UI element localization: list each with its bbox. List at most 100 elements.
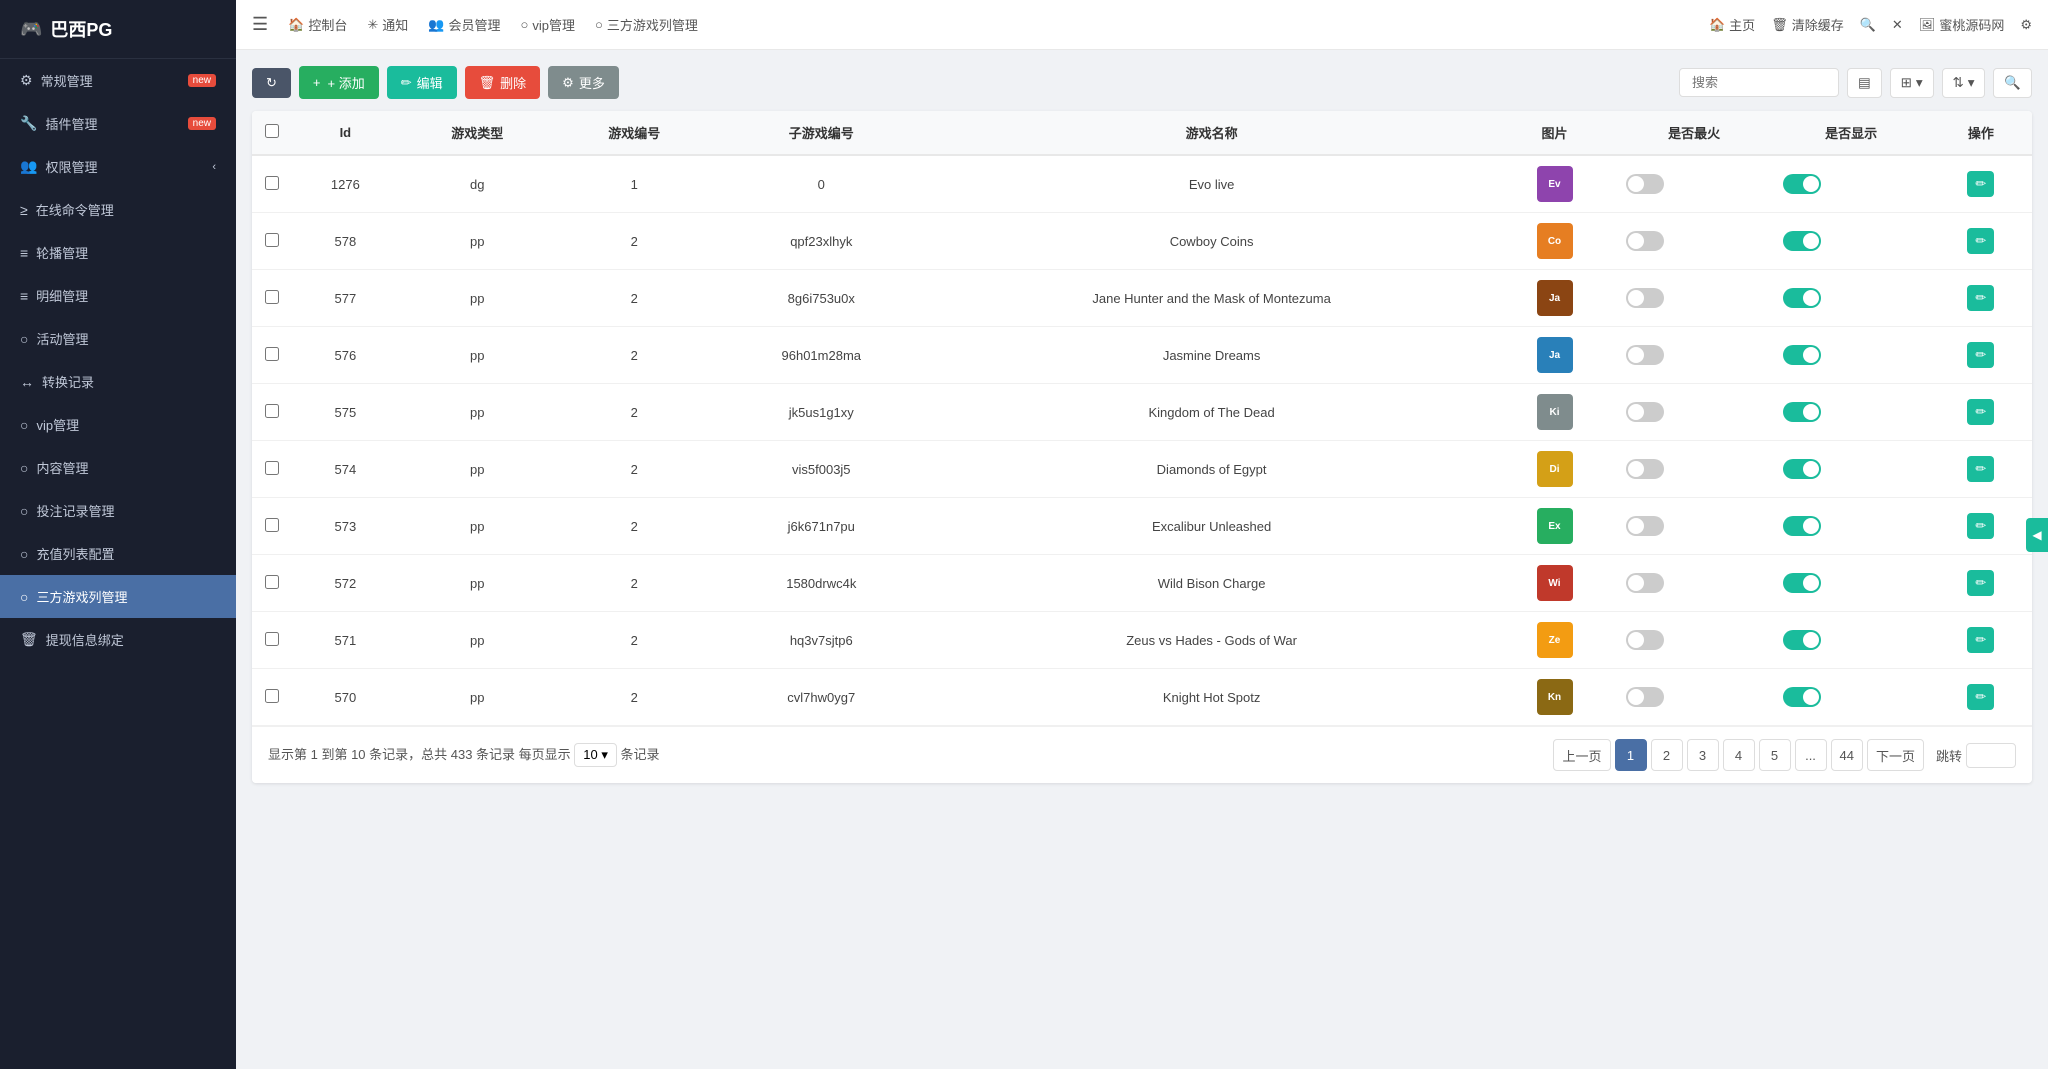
show-toggle[interactable] [1783,687,1821,707]
hot-toggle[interactable] [1626,231,1664,251]
row-checkbox[interactable] [265,689,279,703]
row-checkbox[interactable] [265,461,279,475]
cell-sub-no: 8g6i753u0x [713,270,930,327]
more-button[interactable]: ⚙ 更多 [548,66,619,99]
hot-toggle[interactable] [1626,687,1664,707]
gear-icon: ⚙ [20,72,33,89]
sidebar-item-vip[interactable]: ○ vip管理 [0,403,236,446]
cell-id: 578 [292,213,399,270]
prev-page-button[interactable]: 上一页 [1553,739,1610,771]
sidebar-item-conversions[interactable]: ↔ 转换记录 [0,360,236,403]
row-checkbox[interactable] [265,347,279,361]
page-5-button[interactable]: 5 [1759,739,1791,771]
per-page-selector[interactable]: 10 ▾ [574,743,617,767]
add-button[interactable]: + + 添加 [299,66,379,99]
show-toggle[interactable] [1783,459,1821,479]
sidebar-item-permissions[interactable]: 👥 权限管理 ‹ [0,145,236,188]
topnav-home[interactable]: 🏠 主页 [1709,15,1755,34]
sidebar-item-activities[interactable]: ○ 活动管理 [0,317,236,360]
row-checkbox[interactable] [265,233,279,247]
content-icon: ○ [20,460,28,476]
topnav-notify[interactable]: ✳ 通知 [367,15,408,34]
show-toggle[interactable] [1783,630,1821,650]
row-checkbox[interactable] [265,575,279,589]
per-page-arrow: ▾ [601,747,608,762]
topnav-third-game[interactable]: ○ 三方游戏列管理 [595,15,698,34]
trash-icon: 🗑 [1771,17,1788,33]
refresh-button[interactable]: ↻ [252,68,291,98]
grid-view-button[interactable]: ⊞ ▾ [1890,68,1934,98]
topnav-search[interactable]: 🔍 [1860,17,1876,33]
hot-toggle[interactable] [1626,402,1664,422]
row-edit-button[interactable]: ✏ [1967,513,1994,539]
row-edit-button[interactable]: ✏ [1967,285,1994,311]
right-edge-tab[interactable]: ◀ [2026,518,2048,552]
show-toggle[interactable] [1783,402,1821,422]
row-edit-button[interactable]: ✏ [1967,399,1994,425]
delete-button[interactable]: 🗑 删除 [465,66,541,99]
hot-toggle[interactable] [1626,459,1664,479]
row-checkbox[interactable] [265,290,279,304]
sidebar-item-carousel[interactable]: ≡ 轮播管理 [0,231,236,274]
page-44-button[interactable]: 44 [1831,739,1863,771]
sidebar-item-recharge[interactable]: ○ 充值列表配置 [0,532,236,575]
topnav-settings[interactable]: ⚙ [2020,17,2032,33]
topnav-close[interactable]: ✕ [1892,17,1903,33]
menu-toggle-icon[interactable]: ☰ [252,14,268,35]
row-edit-button[interactable]: ✏ [1967,570,1994,596]
topnav-clear-cache[interactable]: 🗑 清除缓存 [1771,15,1844,34]
list-view-button[interactable]: ▤ [1847,68,1882,98]
show-toggle[interactable] [1783,231,1821,251]
page-4-button[interactable]: 4 [1723,739,1755,771]
row-checkbox[interactable] [265,518,279,532]
page-2-button[interactable]: 2 [1651,739,1683,771]
page-3-button[interactable]: 3 [1687,739,1719,771]
show-toggle[interactable] [1783,516,1821,536]
sidebar-item-plugins[interactable]: 🔧 插件管理 new [0,102,236,145]
cell-action: ✏ [1930,155,2032,213]
topnav-dashboard[interactable]: 🏠 控制台 [288,15,347,34]
search-submit-button[interactable]: 🔍 [1993,68,2032,98]
topnav-user[interactable]: 🖼 蜜桃源码网 [1919,15,2005,34]
row-edit-button[interactable]: ✏ [1967,684,1994,710]
row-edit-button[interactable]: ✏ [1967,228,1994,254]
sidebar-item-bets[interactable]: ○ 投注记录管理 [0,489,236,532]
row-checkbox[interactable] [265,632,279,646]
hot-toggle[interactable] [1626,516,1664,536]
chevron-down-icon-2: ▾ [1968,75,1975,91]
row-edit-button[interactable]: ✏ [1967,456,1994,482]
next-page-button[interactable]: 下一页 [1867,739,1924,771]
sidebar-item-withdrawal[interactable]: 🗑 提现信息绑定 [0,618,236,661]
sidebar-item-content[interactable]: ○ 内容管理 [0,446,236,489]
row-checkbox[interactable] [265,404,279,418]
row-checkbox[interactable] [265,176,279,190]
show-toggle[interactable] [1783,288,1821,308]
hot-toggle[interactable] [1626,345,1664,365]
sidebar-item-commands[interactable]: ≥ 在线命令管理 [0,188,236,231]
page-jump-input[interactable] [1966,743,2016,768]
sidebar-item-details[interactable]: ≡ 明细管理 [0,274,236,317]
topnav-member[interactable]: 👥 会员管理 [428,15,500,34]
hot-toggle[interactable] [1626,288,1664,308]
show-toggle[interactable] [1783,174,1821,194]
row-edit-button[interactable]: ✏ [1967,342,1994,368]
hot-toggle[interactable] [1626,630,1664,650]
sidebar-item-third-party[interactable]: ○ 三方游戏列管理 [0,575,236,618]
select-all-checkbox[interactable] [265,124,279,138]
table-row: 576 pp 2 96h01m28ma Jasmine Dreams Ja ✏ [252,327,2032,384]
page-1-button[interactable]: 1 [1615,739,1647,771]
show-toggle[interactable] [1783,345,1821,365]
hot-toggle[interactable] [1626,573,1664,593]
row-edit-button[interactable]: ✏ [1967,627,1994,653]
sidebar-item-general[interactable]: ⚙ 常规管理 new [0,59,236,102]
column-toggle-button[interactable]: ⇅ ▾ [1942,68,1986,98]
row-edit-button[interactable]: ✏ [1967,171,1994,197]
edit-button[interactable]: ✏ 编辑 [387,66,457,99]
settings-icon-topnav: ⚙ [2020,17,2032,33]
hot-toggle[interactable] [1626,174,1664,194]
topnav-vip[interactable]: ○ vip管理 [520,15,574,34]
grid-view-icon: ⊞ [1901,75,1912,91]
show-toggle[interactable] [1783,573,1821,593]
table-row: 578 pp 2 qpf23xlhyk Cowboy Coins Co ✏ [252,213,2032,270]
search-input[interactable] [1679,68,1839,97]
